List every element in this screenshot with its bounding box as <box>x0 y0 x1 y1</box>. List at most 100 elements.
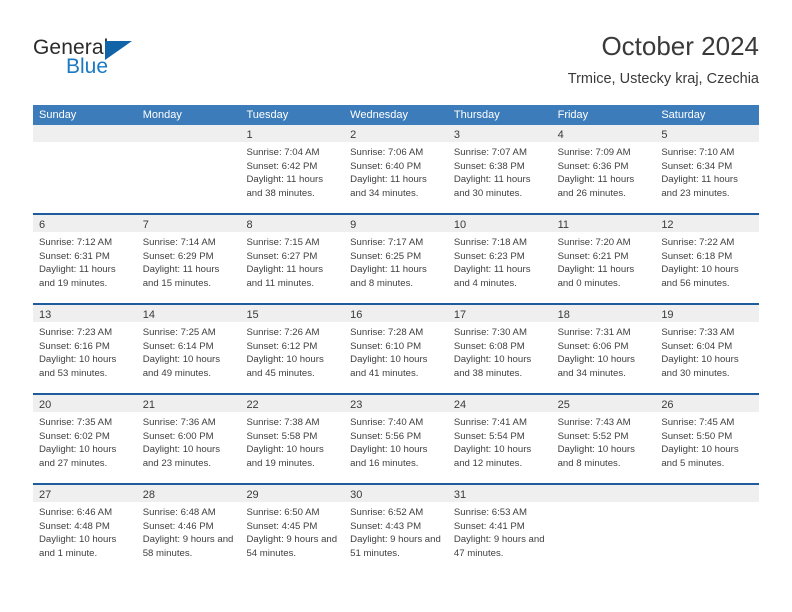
day-number: 22 <box>246 399 259 411</box>
sunset-line: Sunset: 6:02 PM <box>39 430 110 442</box>
daylight-line: Daylight: 10 hours and 12 minutes. <box>453 444 532 469</box>
week-row: 1 Sunrise: 7:04 AM Sunset: 6:42 PM Dayli… <box>33 125 760 213</box>
day-info: Sunrise: 7:41 AM Sunset: 5:54 PM Dayligh… <box>448 412 552 470</box>
day-number-band: 20 <box>33 395 137 412</box>
day-cell[interactable]: 26 Sunrise: 7:45 AM Sunset: 5:50 PM Dayl… <box>655 395 760 483</box>
day-cell[interactable]: 20 Sunrise: 7:35 AM Sunset: 6:02 PM Dayl… <box>33 395 137 483</box>
day-cell[interactable]: 18 Sunrise: 7:31 AM Sunset: 6:06 PM Dayl… <box>551 305 656 393</box>
day-cell[interactable]: 27 Sunrise: 6:46 AM Sunset: 4:48 PM Dayl… <box>33 485 137 573</box>
day-cell[interactable]: 25 Sunrise: 7:43 AM Sunset: 5:52 PM Dayl… <box>551 395 656 483</box>
day-cell[interactable]: 23 Sunrise: 7:40 AM Sunset: 5:56 PM Dayl… <box>344 395 448 483</box>
daylight-line: Daylight: 10 hours and 8 minutes. <box>557 444 635 469</box>
sunrise-line: Sunrise: 7:10 AM <box>661 147 735 158</box>
day-cell[interactable]: 17 Sunrise: 7:30 AM Sunset: 6:08 PM Dayl… <box>447 305 552 393</box>
logo-text-blue: Blue <box>66 55 109 78</box>
sunrise-line: Sunrise: 7:35 AM <box>39 417 113 428</box>
day-cell[interactable]: 22 Sunrise: 7:38 AM Sunset: 5:58 PM Dayl… <box>240 395 345 483</box>
day-number: 31 <box>453 489 467 501</box>
sunset-line: Sunset: 6:14 PM <box>142 340 214 352</box>
day-number-band: 17 <box>447 305 552 322</box>
day-cell[interactable]: 14 Sunrise: 7:25 AM Sunset: 6:14 PM Dayl… <box>136 305 241 393</box>
day-number: 20 <box>39 399 52 411</box>
day-cell[interactable]: 19 Sunrise: 7:33 AM Sunset: 6:04 PM Dayl… <box>655 305 760 393</box>
day-cell[interactable]: 11 Sunrise: 7:20 AM Sunset: 6:21 PM Dayl… <box>551 215 656 303</box>
sunrise-line: Sunrise: 7:31 AM <box>557 327 631 338</box>
day-cell[interactable]: 13 Sunrise: 7:23 AM Sunset: 6:16 PM Dayl… <box>33 305 137 393</box>
daylight-line: Daylight: 11 hours and 34 minutes. <box>350 174 427 199</box>
day-cell[interactable] <box>551 485 656 573</box>
day-cell[interactable]: 16 Sunrise: 7:28 AM Sunset: 6:10 PM Dayl… <box>344 305 448 393</box>
day-info: Sunrise: 7:10 AM Sunset: 6:34 PM Dayligh… <box>655 142 759 200</box>
sunrise-line: Sunrise: 6:50 AM <box>246 507 320 518</box>
day-cell[interactable]: 30 Sunrise: 6:52 AM Sunset: 4:43 PM Dayl… <box>344 485 448 573</box>
weekday-header-wednesday: Wednesday <box>350 109 409 121</box>
day-number-band: 8 <box>240 215 345 232</box>
day-cell[interactable] <box>136 125 241 213</box>
day-cell[interactable]: 5 Sunrise: 7:10 AM Sunset: 6:34 PM Dayli… <box>655 125 760 213</box>
day-cell[interactable]: 31 Sunrise: 6:53 AM Sunset: 4:41 PM Dayl… <box>447 485 552 573</box>
sunset-line: Sunset: 6:34 PM <box>661 160 733 172</box>
day-number-band: 2 <box>344 125 448 142</box>
day-info: Sunrise: 7:12 AM Sunset: 6:31 PM Dayligh… <box>33 232 137 290</box>
day-number: 27 <box>39 489 52 501</box>
day-cell[interactable]: 7 Sunrise: 7:14 AM Sunset: 6:29 PM Dayli… <box>136 215 241 303</box>
sunset-line: Sunset: 6:23 PM <box>453 250 525 262</box>
day-cell[interactable]: 21 Sunrise: 7:36 AM Sunset: 6:00 PM Dayl… <box>136 395 241 483</box>
daylight-line: Daylight: 11 hours and 0 minutes. <box>557 264 635 289</box>
day-number-band <box>33 125 137 142</box>
day-cell[interactable]: 10 Sunrise: 7:18 AM Sunset: 6:23 PM Dayl… <box>447 215 552 303</box>
day-number: 26 <box>661 399 674 411</box>
day-cell[interactable]: 8 Sunrise: 7:15 AM Sunset: 6:27 PM Dayli… <box>240 215 345 303</box>
sunset-line: Sunset: 6:40 PM <box>350 160 422 172</box>
day-number-band: 31 <box>447 485 552 502</box>
weekday-header-friday: Friday <box>557 109 589 121</box>
sunrise-line: Sunrise: 7:04 AM <box>246 147 320 158</box>
day-number: 1 <box>246 129 253 141</box>
day-cell[interactable]: 24 Sunrise: 7:41 AM Sunset: 5:54 PM Dayl… <box>447 395 552 483</box>
day-info <box>33 142 137 146</box>
day-number: 7 <box>142 219 149 231</box>
sunset-line: Sunset: 6:31 PM <box>39 250 110 262</box>
day-number: 8 <box>246 219 253 231</box>
day-info: Sunrise: 7:04 AM Sunset: 6:42 PM Dayligh… <box>240 142 344 200</box>
day-number-band <box>136 125 241 142</box>
sunrise-line: Sunrise: 7:15 AM <box>246 237 320 248</box>
day-info: Sunrise: 7:28 AM Sunset: 6:10 PM Dayligh… <box>344 322 448 380</box>
day-cell[interactable]: 12 Sunrise: 7:22 AM Sunset: 6:18 PM Dayl… <box>655 215 760 303</box>
day-cell[interactable]: 28 Sunrise: 6:48 AM Sunset: 4:46 PM Dayl… <box>136 485 241 573</box>
day-cell[interactable]: 6 Sunrise: 7:12 AM Sunset: 6:31 PM Dayli… <box>33 215 137 303</box>
sunset-line: Sunset: 6:12 PM <box>246 340 318 352</box>
day-cell[interactable] <box>655 485 760 573</box>
day-number-band: 3 <box>447 125 552 142</box>
sunrise-line: Sunrise: 7:12 AM <box>39 237 113 248</box>
day-info: Sunrise: 6:52 AM Sunset: 4:43 PM Dayligh… <box>344 502 448 560</box>
day-number-band: 18 <box>551 305 656 322</box>
calendar-grid: Sunday Monday Tuesday Wednesday Thursday… <box>33 105 760 573</box>
daylight-line: Daylight: 11 hours and 4 minutes. <box>453 264 531 289</box>
day-cell[interactable]: 29 Sunrise: 6:50 AM Sunset: 4:45 PM Dayl… <box>240 485 345 573</box>
day-cell[interactable]: 1 Sunrise: 7:04 AM Sunset: 6:42 PM Dayli… <box>240 125 345 213</box>
sunrise-line: Sunrise: 7:14 AM <box>142 237 216 248</box>
sunrise-line: Sunrise: 7:25 AM <box>142 327 216 338</box>
day-number-band: 10 <box>447 215 552 232</box>
day-info <box>552 502 656 506</box>
day-cell[interactable]: 4 Sunrise: 7:09 AM Sunset: 6:36 PM Dayli… <box>551 125 656 213</box>
sunset-line: Sunset: 6:04 PM <box>661 340 733 352</box>
sunrise-line: Sunrise: 7:30 AM <box>453 327 527 338</box>
general-blue-logo: General Blue <box>33 36 213 82</box>
day-cell[interactable]: 2 Sunrise: 7:06 AM Sunset: 6:40 PM Dayli… <box>344 125 448 213</box>
day-number-band: 21 <box>136 395 241 412</box>
page-title: October 2024 <box>601 31 759 61</box>
sunset-line: Sunset: 4:43 PM <box>350 520 422 532</box>
day-number-band: 22 <box>240 395 345 412</box>
day-cell[interactable]: 15 Sunrise: 7:26 AM Sunset: 6:12 PM Dayl… <box>240 305 345 393</box>
day-cell[interactable]: 9 Sunrise: 7:17 AM Sunset: 6:25 PM Dayli… <box>344 215 448 303</box>
day-number-band: 4 <box>551 125 656 142</box>
day-cell[interactable] <box>33 125 137 213</box>
sunset-line: Sunset: 6:21 PM <box>557 250 629 262</box>
day-cell[interactable]: 3 Sunrise: 7:07 AM Sunset: 6:38 PM Dayli… <box>447 125 552 213</box>
daylight-line: Daylight: 10 hours and 53 minutes. <box>39 354 117 379</box>
day-number-band: 28 <box>136 485 241 502</box>
day-number-band: 30 <box>344 485 448 502</box>
sunrise-line: Sunrise: 7:07 AM <box>453 147 527 158</box>
